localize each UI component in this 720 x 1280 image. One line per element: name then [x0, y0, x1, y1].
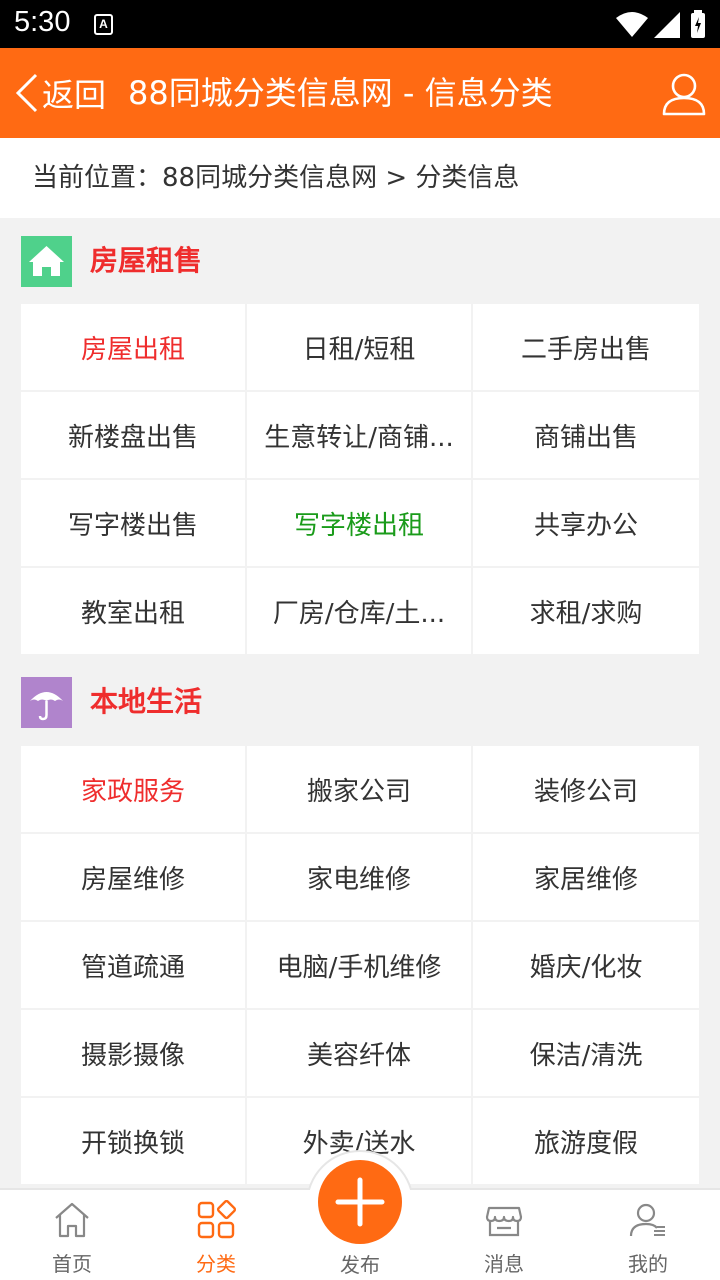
category-item-label: 摄影摄像 [80, 1040, 185, 1071]
signal-icon [654, 12, 680, 38]
breadcrumb: 当前位置：88同城分类信息网 > 分类信息 [0, 138, 720, 218]
category-item[interactable]: 房屋出租 [21, 304, 247, 392]
category-item[interactable]: 日租/短租 [247, 304, 473, 392]
category-item-label: 婚庆/化妆 [529, 952, 643, 983]
category-item-label: 日租/短租 [302, 334, 416, 365]
house-icon [21, 236, 72, 287]
category-item-label: 写字楼出租 [293, 510, 424, 541]
category-item-label: 家居维修 [533, 864, 638, 895]
category-item[interactable]: 新楼盘出售 [21, 392, 247, 480]
category-item-label: 管道疏通 [80, 952, 185, 983]
tab-profile[interactable]: 我的 [576, 1190, 720, 1280]
plus-icon [335, 1177, 385, 1227]
category-grid-local-life: 家政服务 搬家公司 装修公司房屋维修 家电维修 家居维修管道疏通 电脑/手机维修 婚庆/化妆… [21, 746, 699, 1186]
category-item-label: 写字楼出售 [67, 510, 198, 541]
category-item-label: 厂房/仓库/土... [272, 598, 446, 629]
category-item-label: 求租/求购 [529, 598, 643, 629]
category-item[interactable]: 家居维修 [473, 834, 699, 922]
category-item-label: 搬家公司 [306, 776, 411, 807]
category-item[interactable]: 旅游度假 [473, 1098, 699, 1186]
category-item[interactable]: 共享办公 [473, 480, 699, 568]
battery-icon [691, 10, 705, 38]
tab-label: 消息 [484, 1252, 524, 1276]
category-item-label: 房屋出租 [80, 334, 185, 365]
category-item[interactable]: 美容纤体 [247, 1010, 473, 1098]
status-bar: 5:30 A [0, 0, 720, 48]
category-item[interactable]: 写字楼出售 [21, 480, 247, 568]
category-item[interactable]: 电脑/手机维修 [247, 922, 473, 1010]
tab-category[interactable]: 分类 [144, 1190, 288, 1280]
section-title: 本地生活 [90, 685, 203, 718]
profile-icon [629, 1203, 665, 1237]
category-item-label: 旅游度假 [533, 1128, 638, 1159]
category-item[interactable]: 搬家公司 [247, 746, 473, 834]
category-item[interactable]: 商铺出售 [473, 392, 699, 480]
category-item[interactable]: 二手房出售 [473, 304, 699, 392]
umbrella-icon [21, 677, 72, 728]
category-item[interactable]: 开锁换锁 [21, 1098, 247, 1186]
shop-icon [485, 1206, 523, 1237]
category-item[interactable]: 教室出租 [21, 568, 247, 656]
category-item-label: 二手房出售 [520, 334, 651, 365]
status-time: 5:30 [14, 6, 71, 38]
category-item-label: 商铺出售 [533, 422, 638, 453]
publish-button[interactable] [318, 1160, 402, 1244]
category-grid-housing: 房屋出租 日租/短租 二手房出售新楼盘出售 生意转让/商铺... 商铺出售写字楼出售 写字… [21, 304, 699, 656]
category-item-label: 装修公司 [533, 776, 638, 807]
category-icon [197, 1200, 236, 1239]
category-item[interactable]: 家政服务 [21, 746, 247, 834]
category-item[interactable]: 家电维修 [247, 834, 473, 922]
category-item-label: 新楼盘出售 [67, 422, 198, 453]
category-item-label: 教室出租 [80, 598, 185, 629]
category-item-label: 美容纤体 [306, 1040, 411, 1071]
tab-home[interactable]: 首页 [0, 1190, 144, 1280]
category-item[interactable]: 求租/求购 [473, 568, 699, 656]
section-header-housing: 房屋租售 [0, 218, 720, 304]
category-item[interactable]: 房屋维修 [21, 834, 247, 922]
category-item-label: 房屋维修 [80, 864, 185, 895]
section-title: 房屋租售 [90, 244, 203, 277]
back-label: 返回 [42, 76, 107, 114]
section-header-local-life: 本地生活 [0, 659, 720, 745]
notification-icon: A [94, 14, 113, 35]
category-item-label: 保洁/清洗 [529, 1040, 643, 1071]
home-icon [55, 1202, 89, 1238]
category-item[interactable]: 装修公司 [473, 746, 699, 834]
back-button[interactable]: 返回 [14, 48, 106, 138]
category-item-label: 开锁换锁 [80, 1128, 185, 1159]
user-icon[interactable] [660, 70, 708, 118]
category-item[interactable]: 写字楼出租 [247, 480, 473, 568]
chevron-left-icon [15, 73, 38, 113]
category-item[interactable]: 保洁/清洗 [473, 1010, 699, 1098]
category-item-label: 生意转让/商铺... [264, 422, 454, 453]
category-item-label: 电脑/手机维修 [276, 952, 442, 983]
tab-label: 我的 [628, 1252, 668, 1276]
wifi-icon [616, 12, 648, 37]
category-item[interactable]: 摄影摄像 [21, 1010, 247, 1098]
tab-label: 发布 [340, 1253, 380, 1277]
category-item-label: 家政服务 [80, 776, 185, 807]
category-item[interactable]: 厂房/仓库/土... [247, 568, 473, 656]
title-bar: 返回 88同城分类信息网 - 信息分类 [0, 48, 720, 138]
tab-label: 首页 [52, 1252, 92, 1276]
category-item[interactable]: 生意转让/商铺... [247, 392, 473, 480]
tab-messages[interactable]: 消息 [432, 1190, 576, 1280]
page-title: 88同城分类信息网 - 信息分类 [128, 74, 553, 112]
category-item-label: 共享办公 [533, 510, 638, 541]
category-item[interactable]: 管道疏通 [21, 922, 247, 1010]
category-item[interactable]: 婚庆/化妆 [473, 922, 699, 1010]
tab-label: 分类 [196, 1252, 236, 1276]
category-item-label: 家电维修 [306, 864, 411, 895]
